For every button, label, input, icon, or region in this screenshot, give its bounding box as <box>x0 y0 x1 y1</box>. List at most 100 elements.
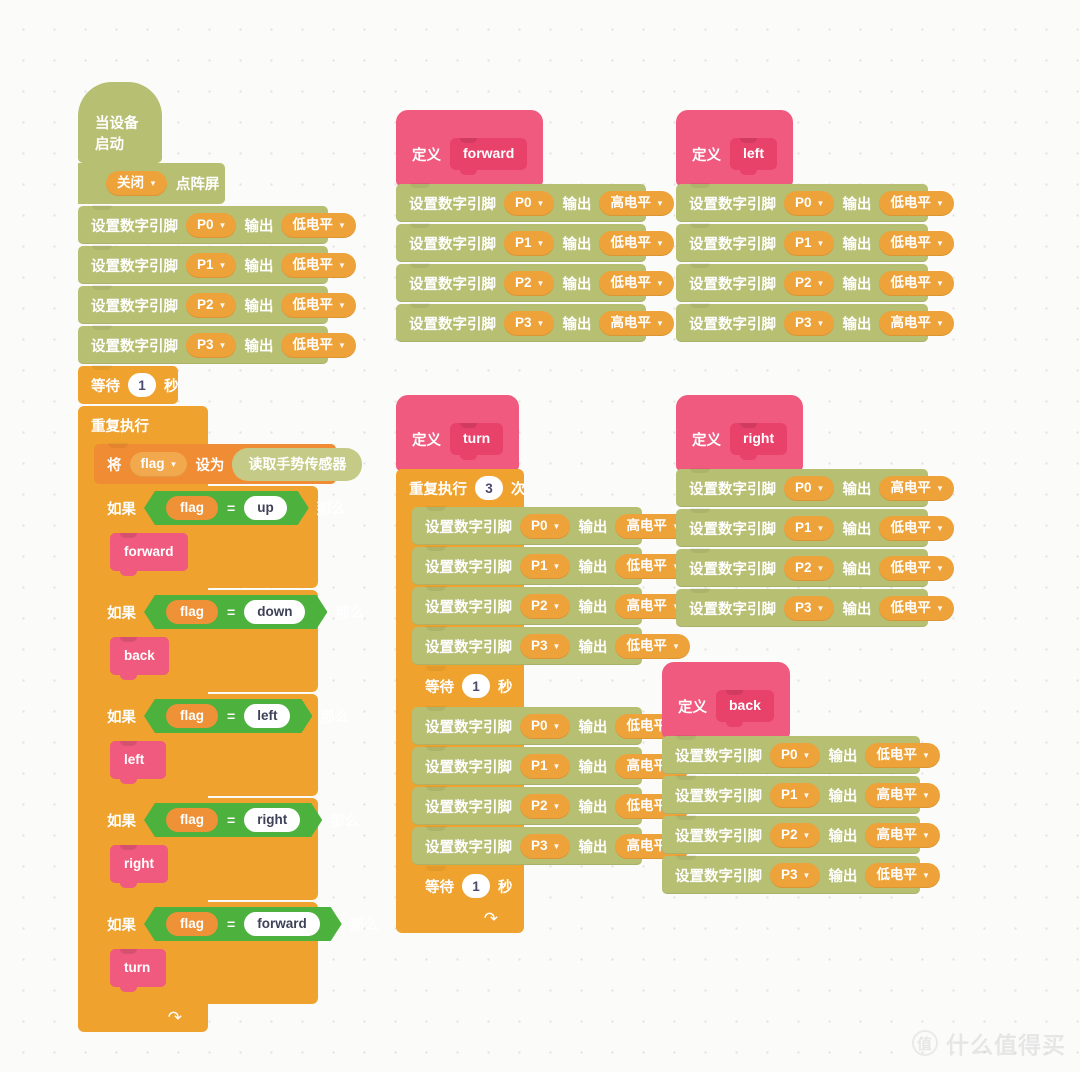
level-dropdown[interactable]: 高电平 ▼ <box>599 190 674 216</box>
pin-dropdown[interactable]: P0 ▼ <box>520 513 571 539</box>
wait-block-b[interactable]: 等待 1 秒 <box>412 866 513 905</box>
set-digital-pin-block[interactable]: 设置数字引脚 P3 ▼ 输出 高电平 ▼ <box>396 303 674 342</box>
set-digital-pin-block[interactable]: 设置数字引脚 P2 ▼ 输出 低电平 ▼ <box>676 263 954 302</box>
main-script-stack[interactable]: 当设备启动 关闭 ▼ 点阵屏 设置数字引脚 P0 ▼ 输出 低电平 ▼ 设置数字引脚 P1 ▼ 输… <box>78 82 379 1032</box>
level-dropdown[interactable]: 低电平 ▼ <box>281 212 356 238</box>
level-dropdown[interactable]: 低电平 ▼ <box>281 252 356 278</box>
set-digital-pin-block[interactable]: 设置数字引脚 P1 ▼ 输出 低电平 ▼ <box>396 223 674 262</box>
set-digital-pin-block[interactable]: 设置数字引脚 P2 ▼ 输出 高电平 ▼ <box>412 586 690 625</box>
define-header-turn[interactable]: 定义 turn <box>396 395 520 471</box>
level-dropdown[interactable]: 低电平 ▼ <box>865 742 940 768</box>
comparison-value-input[interactable]: up <box>244 496 287 520</box>
variable-reporter[interactable]: flag <box>166 496 218 520</box>
call-function-block[interactable]: turn <box>110 949 166 992</box>
set-digital-pin-block[interactable]: 设置数字引脚 P2 ▼ 输出 低电平 ▼ <box>78 285 356 324</box>
pin-dropdown[interactable]: P0 ▼ <box>186 212 237 238</box>
set-digital-pin-block[interactable]: 设置数字引脚 P0 ▼ 输出 高电平 ▼ <box>676 468 954 507</box>
pin-dropdown[interactable]: P1 ▼ <box>770 782 821 808</box>
set-digital-pin-block[interactable]: 设置数字引脚 P1 ▼ 输出 低电平 ▼ <box>78 245 356 284</box>
pin-dropdown[interactable]: P1 ▼ <box>186 252 237 278</box>
level-dropdown[interactable]: 低电平 ▼ <box>281 292 356 318</box>
pin-dropdown[interactable]: P1 ▼ <box>784 230 835 256</box>
set-digital-pin-block[interactable]: 设置数字引脚 P1 ▼ 输出 高电平 ▼ <box>412 746 690 785</box>
function-def-left[interactable]: 定义 left 设置数字引脚 P0 ▼ 输出 低电平 ▼ 设置数字引脚 P1 ▼ 输出 低电平 ▼ 设置… <box>676 110 954 342</box>
pin-dropdown[interactable]: P2 ▼ <box>520 793 571 819</box>
function-def-back[interactable]: 定义 back 设置数字引脚 P0 ▼ 输出 低电平 ▼ 设置数字引脚 P1 ▼ 输出 高电平 ▼ 设置… <box>662 662 940 894</box>
set-digital-pin-block[interactable]: 设置数字引脚 P3 ▼ 输出 高电平 ▼ <box>676 303 954 342</box>
led-off-block[interactable]: 关闭 ▼ 点阵屏 <box>78 163 225 204</box>
variable-reporter[interactable]: flag <box>166 808 218 832</box>
set-digital-pin-block[interactable]: 设置数字引脚 P2 ▼ 输出 低电平 ▼ <box>412 786 690 825</box>
pin-dropdown[interactable]: P2 ▼ <box>784 555 835 581</box>
wait-value-input[interactable]: 1 <box>128 373 156 397</box>
comparison-value-input[interactable]: forward <box>244 912 320 936</box>
function-def-forward[interactable]: 定义 forward 设置数字引脚 P0 ▼ 输出 高电平 ▼ 设置数字引脚 P1 ▼ 输出 低电平… <box>396 110 674 342</box>
variable-dropdown[interactable]: flag ▼ <box>129 451 188 477</box>
pin-dropdown[interactable]: P0 ▼ <box>770 742 821 768</box>
comparison-value-input[interactable]: left <box>244 704 290 728</box>
level-dropdown[interactable]: 低电平 ▼ <box>615 633 690 659</box>
define-header-back[interactable]: 定义 back <box>662 662 790 738</box>
call-function-block[interactable]: back <box>110 637 169 680</box>
set-digital-pin-block[interactable]: 设置数字引脚 P1 ▼ 输出 低电平 ▼ <box>676 223 954 262</box>
pin-dropdown[interactable]: P3 ▼ <box>784 310 835 336</box>
pin-dropdown[interactable]: P1 ▼ <box>784 515 835 541</box>
led-state-dropdown[interactable]: 关闭 ▼ <box>106 171 167 196</box>
pin-dropdown[interactable]: P2 ▼ <box>186 292 237 318</box>
pin-dropdown[interactable]: P1 ▼ <box>520 753 571 779</box>
level-dropdown[interactable]: 低电平 ▼ <box>879 555 954 581</box>
repeat-block-turn[interactable]: 重复执行 3 次 设置数字引脚P0▼输出高电平▼设置数字引脚P1▼输出低电平▼设… <box>396 469 690 933</box>
pin-dropdown[interactable]: P2 ▼ <box>784 270 835 296</box>
pin-dropdown[interactable]: P3 ▼ <box>504 310 555 336</box>
wait-value-input[interactable]: 1 <box>462 674 490 698</box>
function-name-chip[interactable]: turn <box>450 423 504 460</box>
function-def-turn[interactable]: 定义 turn 重复执行 3 次 设置数字引脚P0▼输出高电平▼设置数字引脚P1… <box>396 395 690 933</box>
level-dropdown[interactable]: 低电平 ▼ <box>599 270 674 296</box>
set-digital-pin-block[interactable]: 设置数字引脚 P2 ▼ 输出 高电平 ▼ <box>662 815 940 854</box>
wait-value-input[interactable]: 1 <box>462 874 490 898</box>
function-name-chip[interactable]: back <box>716 690 774 727</box>
set-digital-pin-block[interactable]: 设置数字引脚 P2 ▼ 输出 低电平 ▼ <box>396 263 674 302</box>
variable-reporter[interactable]: flag <box>166 600 218 624</box>
function-def-right[interactable]: 定义 right 设置数字引脚 P0 ▼ 输出 高电平 ▼ 设置数字引脚 P1 ▼ 输出 低电平 ▼ 设… <box>676 395 954 627</box>
set-digital-pin-block[interactable]: 设置数字引脚 P3 ▼ 输出 低电平 ▼ <box>662 855 940 894</box>
level-dropdown[interactable]: 低电平 ▼ <box>281 332 356 358</box>
level-dropdown[interactable]: 高电平 ▼ <box>879 475 954 501</box>
set-digital-pin-block[interactable]: 设置数字引脚 P3 ▼ 输出 低电平 ▼ <box>78 325 356 364</box>
function-name-chip[interactable]: forward <box>450 138 528 175</box>
variable-reporter[interactable]: flag <box>166 912 218 936</box>
pin-dropdown[interactable]: P3 ▼ <box>186 332 237 358</box>
pin-dropdown[interactable]: P2 ▼ <box>520 593 571 619</box>
set-digital-pin-block[interactable]: 设置数字引脚 P0 ▼ 输出 低电平 ▼ <box>78 205 356 244</box>
function-name-chip[interactable]: left <box>730 138 777 175</box>
if-then-block[interactable]: 如果 flag = down 那么 back <box>94 590 364 692</box>
call-function-block[interactable]: right <box>110 845 168 888</box>
pin-dropdown[interactable]: P0 ▼ <box>504 190 555 216</box>
set-digital-pin-block[interactable]: 设置数字引脚 P0 ▼ 输出 高电平 ▼ <box>396 183 674 222</box>
wait-block[interactable]: 等待 1 秒 <box>78 365 179 404</box>
on-start-hat-block[interactable]: 当设备启动 <box>78 82 162 163</box>
pin-dropdown[interactable]: P0 ▼ <box>784 475 835 501</box>
level-dropdown[interactable]: 低电平 ▼ <box>879 595 954 621</box>
gesture-sensor-reporter[interactable]: 读取手势传感器 <box>232 447 363 481</box>
blocks-workspace[interactable]: 当设备启动 关闭 ▼ 点阵屏 设置数字引脚 P0 ▼ 输出 低电平 ▼ 设置数字引脚 P1 ▼ 输… <box>0 0 1080 1072</box>
set-variable-block[interactable]: 将 flag ▼ 设为 读取手势传感器 <box>94 443 363 484</box>
level-dropdown[interactable]: 低电平 ▼ <box>879 190 954 216</box>
define-header-forward[interactable]: 定义 forward <box>396 110 544 186</box>
set-digital-pin-block[interactable]: 设置数字引脚 P0 ▼ 输出 低电平 ▼ <box>412 706 690 745</box>
pin-dropdown[interactable]: P1 ▼ <box>504 230 555 256</box>
level-dropdown[interactable]: 低电平 ▼ <box>879 515 954 541</box>
pin-dropdown[interactable]: P1 ▼ <box>520 553 571 579</box>
set-digital-pin-block[interactable]: 设置数字引脚 P1 ▼ 输出 低电平 ▼ <box>412 546 690 585</box>
pin-dropdown[interactable]: P3 ▼ <box>520 833 571 859</box>
wait-block-a[interactable]: 等待 1 秒 <box>412 666 513 705</box>
pin-dropdown[interactable]: P3 ▼ <box>770 862 821 888</box>
set-digital-pin-block[interactable]: 设置数字引脚 P0 ▼ 输出 低电平 ▼ <box>662 735 940 774</box>
set-digital-pin-block[interactable]: 设置数字引脚 P0 ▼ 输出 高电平 ▼ <box>412 506 690 545</box>
equals-comparison-block[interactable]: flag = down <box>144 595 327 629</box>
set-digital-pin-block[interactable]: 设置数字引脚 P3 ▼ 输出 低电平 ▼ <box>412 626 690 665</box>
call-function-block[interactable]: forward <box>110 533 188 576</box>
comparison-value-input[interactable]: down <box>244 600 305 624</box>
level-dropdown[interactable]: 高电平 ▼ <box>599 310 674 336</box>
define-header-right[interactable]: 定义 right <box>676 395 804 471</box>
